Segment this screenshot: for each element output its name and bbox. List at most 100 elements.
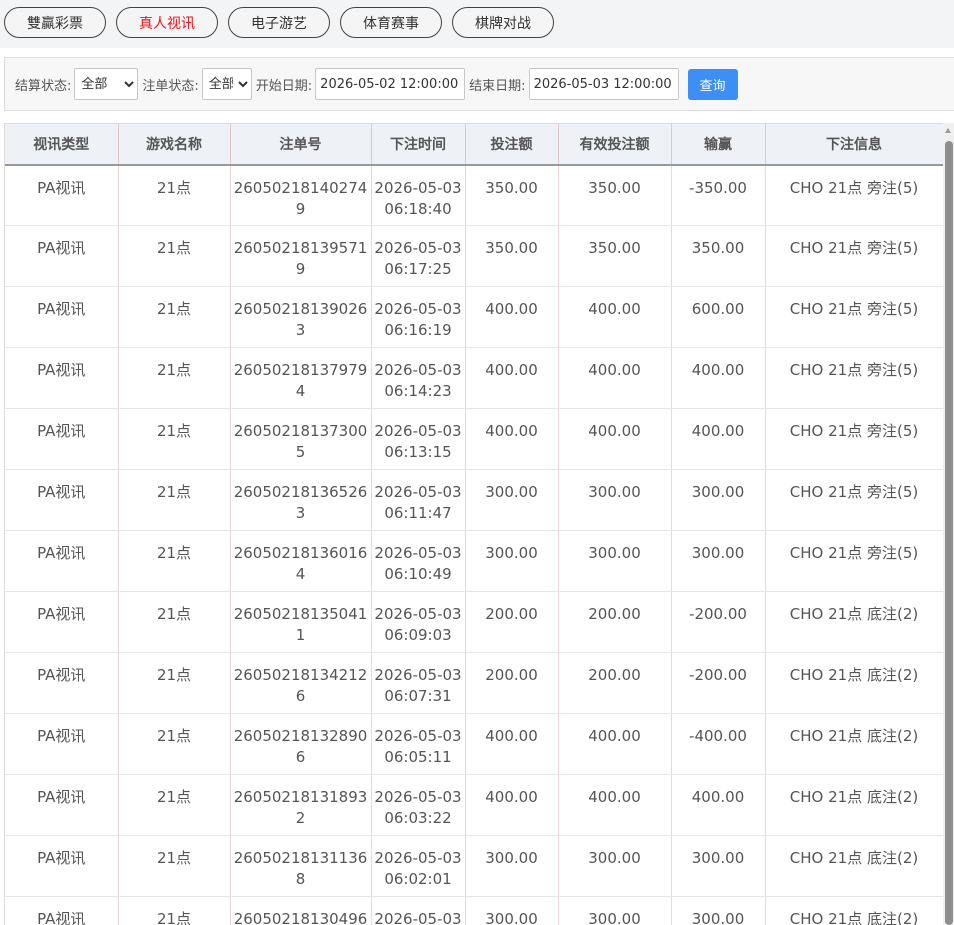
cell-bet-time: 2026-05-03 06:18:40 — [371, 164, 466, 226]
cell-bet-amount: 400.00 — [465, 774, 559, 836]
cell-bet-amount: 300.00 — [465, 835, 559, 897]
cell-video-type: PA视讯 — [5, 408, 119, 470]
cell-bet-time: 2026-05-03 06:10:49 — [371, 530, 466, 592]
cell-video-type: PA视讯 — [5, 530, 119, 592]
cell-win-loss: -200.00 — [671, 652, 766, 714]
cell-order-no: 260502181360164 — [230, 530, 372, 592]
tab-electronic-games[interactable]: 电子游艺 — [228, 7, 330, 38]
cell-bet-time: 2026-05-03 06:02:01 — [371, 835, 466, 897]
cell-order-no: 260502181395719 — [230, 225, 372, 287]
cell-valid-bet-amount: 300.00 — [558, 469, 672, 531]
cell-bet-amount: 200.00 — [465, 591, 559, 653]
cell-game-name: 21点 — [118, 469, 231, 531]
cell-order-no: 260502181318932 — [230, 774, 372, 836]
end-date-input[interactable] — [528, 68, 679, 100]
cell-win-loss: 600.00 — [671, 286, 766, 348]
scroll-up-arrow-icon[interactable] — [945, 128, 951, 133]
cell-win-loss: 300.00 — [671, 469, 766, 531]
settle-status-label: 结算状态: — [15, 78, 72, 94]
cell-video-type: PA视讯 — [5, 896, 119, 925]
scroll-thumb[interactable] — [945, 141, 953, 925]
cell-game-name: 21点 — [118, 530, 231, 592]
cell-game-name: 21点 — [118, 347, 231, 409]
tab-lottery[interactable]: 雙贏彩票 — [4, 7, 106, 38]
query-button[interactable]: 查询 — [687, 68, 738, 100]
cell-bet-time: 2026-05-03 06:17:25 — [371, 225, 466, 287]
cell-game-name: 21点 — [118, 652, 231, 714]
start-date-input[interactable] — [315, 68, 466, 100]
header-bet-amount: 投注额 — [465, 123, 559, 166]
cell-video-type: PA视讯 — [5, 652, 119, 714]
cell-valid-bet-amount: 300.00 — [558, 896, 672, 925]
cell-video-type: PA视讯 — [5, 164, 119, 226]
cell-order-no: 260502181365263 — [230, 469, 372, 531]
cell-bet-amount: 200.00 — [465, 652, 559, 714]
cell-game-name: 21点 — [118, 408, 231, 470]
header-win-loss: 输赢 — [671, 123, 766, 166]
cell-bet-time: 2026-05-03 06:14:23 — [371, 347, 466, 409]
cell-bet-info: CHO 21点 旁注(5) — [765, 164, 943, 226]
cell-bet-time: 2026-05-03 06:13:15 — [371, 408, 466, 470]
cell-bet-time: 2026-05-03 06:03:22 — [371, 774, 466, 836]
cell-win-loss: 400.00 — [671, 408, 766, 470]
cell-win-loss: 300.00 — [671, 530, 766, 592]
tab-sports[interactable]: 体育赛事 — [340, 7, 442, 38]
cell-win-loss: -400.00 — [671, 713, 766, 775]
cell-order-no: 260502181304966 — [230, 896, 372, 925]
table-row: PA视讯 21点 260502181328906 2026-05-03 06:05:1… — [5, 713, 943, 775]
category-tabs: 雙贏彩票 真人视讯 电子游艺 体育赛事 棋牌对战 — [0, 0, 954, 48]
settle-status-select[interactable]: 全部 — [74, 68, 139, 100]
cell-video-type: PA视讯 — [5, 469, 119, 531]
cell-video-type: PA视讯 — [5, 713, 119, 775]
bet-records-table: 视讯类型 游戏名称 注单号 下注时间 投注额 有效投注额 输赢 下注信息 PA视… — [5, 123, 943, 925]
tab-live-video[interactable]: 真人视讯 — [116, 7, 218, 38]
cell-win-loss: 300.00 — [671, 835, 766, 897]
table-row: PA视讯21点2605021813049662026-05-03 06:00:4… — [5, 896, 943, 925]
table-header-row: 视讯类型 游戏名称 注单号 下注时间 投注额 有效投注额 输赢 下注信息 — [5, 123, 943, 166]
cell-win-loss: 400.00 — [671, 774, 766, 836]
cell-video-type: PA视讯 — [5, 591, 119, 653]
header-bet-time: 下注时间 — [371, 123, 466, 166]
bet-records-table-container: 视讯类型 游戏名称 注单号 下注时间 投注额 有效投注额 输赢 下注信息 PA视… — [4, 123, 943, 925]
cell-game-name: 21点 — [118, 225, 231, 287]
cell-game-name: 21点 — [118, 896, 231, 925]
cell-bet-amount: 300.00 — [465, 530, 559, 592]
table-scrollbar[interactable] — [943, 123, 954, 925]
cell-bet-info: CHO 21点 底注(2) — [765, 896, 943, 925]
table-row: PA视讯 21点 260502181365263 2026-05-03 06:11:4… — [5, 469, 943, 531]
cell-bet-time: 2026-05-03 06:05:11 — [371, 713, 466, 775]
cell-bet-info: CHO 21点 旁注(5) — [765, 347, 943, 409]
cell-video-type: PA视讯 — [5, 347, 119, 409]
end-date-label: 结束日期: — [469, 78, 526, 94]
table-row: PA视讯 21点 260502181379794 2026-05-03 06:14:2… — [5, 347, 943, 409]
cell-valid-bet-amount: 400.00 — [558, 774, 672, 836]
table-row: PA视讯 21点 260502181318932 2026-05-03 06:03:2… — [5, 774, 943, 836]
cell-video-type: PA视讯 — [5, 835, 119, 897]
table-row: PA视讯 21点 260502181390263 2026-05-03 06:16:1… — [5, 286, 943, 348]
header-bet-info: 下注信息 — [765, 123, 943, 166]
cell-bet-info: CHO 21点 底注(2) — [765, 591, 943, 653]
cell-bet-amount: 400.00 — [465, 347, 559, 409]
cell-order-no: 260502181390263 — [230, 286, 372, 348]
order-status-select[interactable]: 全部 — [201, 68, 252, 100]
table-row: PA视讯 21点 260502181395719 2026-05-03 06:17:2… — [5, 225, 943, 287]
cell-bet-amount: 300.00 — [465, 896, 559, 925]
cell-game-name: 21点 — [118, 286, 231, 348]
cell-bet-info: CHO 21点 底注(2) — [765, 774, 943, 836]
cell-valid-bet-amount: 350.00 — [558, 225, 672, 287]
cell-game-name: 21点 — [118, 164, 231, 226]
cell-game-name: 21点 — [118, 591, 231, 653]
cell-valid-bet-amount: 400.00 — [558, 408, 672, 470]
cell-video-type: PA视讯 — [5, 774, 119, 836]
cell-win-loss: 400.00 — [671, 347, 766, 409]
cell-win-loss: 350.00 — [671, 225, 766, 287]
table-row: PA视讯 21点 260502181350411 2026-05-03 06:09:0… — [5, 591, 943, 653]
cell-bet-info: CHO 21点 旁注(5) — [765, 225, 943, 287]
table-row: PA视讯 21点 260502181402749 2026-05-03 06:18:4… — [5, 164, 943, 226]
cell-bet-info: CHO 21点 底注(2) — [765, 713, 943, 775]
cell-order-no: 260502181402749 — [230, 164, 372, 226]
tab-card-games[interactable]: 棋牌对战 — [452, 7, 554, 38]
cell-order-no: 260502181379794 — [230, 347, 372, 409]
header-video-type: 视讯类型 — [5, 123, 119, 166]
cell-order-no: 260502181311368 — [230, 835, 372, 897]
